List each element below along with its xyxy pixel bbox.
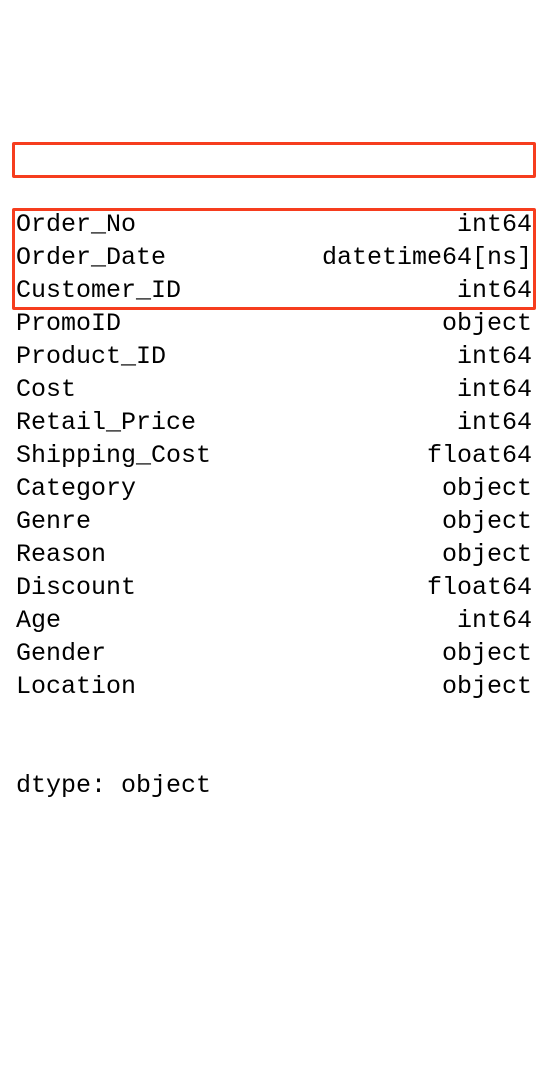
dtype-row: Genre object bbox=[16, 505, 532, 538]
column-name: Discount bbox=[16, 571, 136, 604]
column-name: Genre bbox=[16, 505, 91, 538]
column-dtype: int64 bbox=[457, 274, 532, 307]
dtype-row: Order_No int64 bbox=[16, 208, 532, 241]
column-name: Reason bbox=[16, 538, 106, 571]
dtype-row: Customer_ID int64 bbox=[16, 274, 532, 307]
column-dtype: object bbox=[442, 637, 532, 670]
column-name: Gender bbox=[16, 637, 106, 670]
column-name: Age bbox=[16, 604, 61, 637]
dtype-row: PromoID object bbox=[16, 307, 532, 340]
column-dtype: int64 bbox=[457, 373, 532, 406]
column-name: Product_ID bbox=[16, 340, 166, 373]
dtype-row: Shipping_Cost float64 bbox=[16, 439, 532, 472]
dtype-row: Retail_Price int64 bbox=[16, 406, 532, 439]
column-dtype: int64 bbox=[457, 208, 532, 241]
column-name: Customer_ID bbox=[16, 274, 181, 307]
dtype-output-container: Order_Noint64Order_Datedatetime64[ns]Cus… bbox=[16, 142, 532, 901]
dtype-row: Location object bbox=[16, 670, 532, 703]
column-name: Order_No bbox=[16, 208, 136, 241]
column-dtype: object bbox=[442, 538, 532, 571]
column-dtype: object bbox=[442, 670, 532, 703]
column-name: Retail_Price bbox=[16, 406, 196, 439]
column-dtype: object bbox=[442, 307, 532, 340]
column-dtype: int64 bbox=[457, 340, 532, 373]
dtype-row: Category object bbox=[16, 472, 532, 505]
column-name: Location bbox=[16, 670, 136, 703]
highlight-box bbox=[12, 142, 536, 178]
dtype-row: Cost int64 bbox=[16, 373, 532, 406]
column-name: Category bbox=[16, 472, 136, 505]
column-name: Cost bbox=[16, 373, 76, 406]
column-dtype: float64 bbox=[427, 571, 532, 604]
dtype-row: Order_Date datetime64[ns] bbox=[16, 241, 532, 274]
dtype-row: Gender object bbox=[16, 637, 532, 670]
dtype-row: Age int64 bbox=[16, 604, 532, 637]
dtype-row: Product_ID int64 bbox=[16, 340, 532, 373]
dtype-row: Reason object bbox=[16, 538, 532, 571]
column-name: Order_Date bbox=[16, 241, 166, 274]
column-dtype: int64 bbox=[457, 406, 532, 439]
column-dtype: object bbox=[442, 505, 532, 538]
column-name: PromoID bbox=[16, 307, 121, 340]
column-dtype: float64 bbox=[427, 439, 532, 472]
dtype-footer: dtype: object bbox=[16, 769, 532, 802]
column-dtype: int64 bbox=[457, 604, 532, 637]
dtype-row: Discount float64 bbox=[16, 571, 532, 604]
column-dtype: datetime64[ns] bbox=[322, 241, 532, 274]
column-name: Shipping_Cost bbox=[16, 439, 211, 472]
column-dtype: object bbox=[442, 472, 532, 505]
